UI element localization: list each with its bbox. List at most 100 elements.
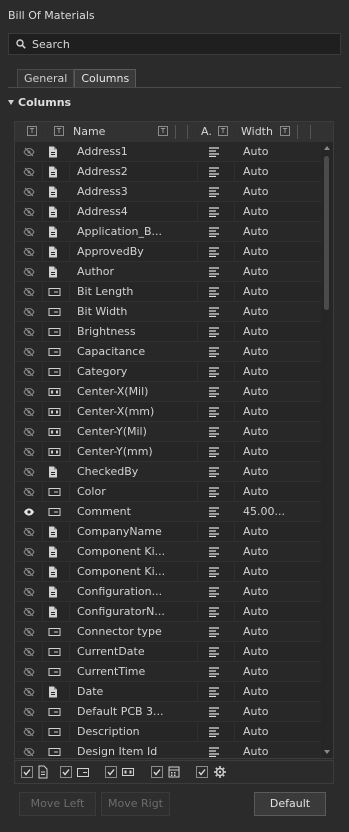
column-width[interactable]: Auto [243, 642, 313, 661]
align-left-icon[interactable] [207, 582, 223, 601]
align-left-icon[interactable] [207, 702, 223, 721]
column-width[interactable]: Auto [243, 462, 313, 481]
column-width[interactable]: Auto [243, 742, 313, 758]
table-row[interactable]: Connector type Auto [15, 622, 321, 642]
align-left-icon[interactable] [207, 142, 223, 161]
table-row[interactable]: Address3 Auto [15, 182, 321, 202]
column-width[interactable]: Auto [243, 362, 313, 381]
column-width[interactable]: Auto [243, 202, 313, 221]
header-filter-t-icon[interactable]: T [158, 126, 168, 136]
header-align[interactable]: A. [201, 122, 212, 142]
align-left-icon[interactable] [207, 302, 223, 321]
eye-off-icon[interactable] [18, 542, 38, 561]
eye-off-icon[interactable] [18, 742, 38, 758]
align-left-icon[interactable] [207, 542, 223, 561]
eye-off-icon[interactable] [18, 402, 38, 421]
header-width[interactable]: Width [241, 122, 273, 142]
align-left-icon[interactable] [207, 602, 223, 621]
eye-off-icon[interactable] [18, 262, 38, 281]
align-left-icon[interactable] [207, 722, 223, 741]
header-name[interactable]: Name [73, 122, 105, 142]
eye-off-icon[interactable] [18, 242, 38, 261]
table-row[interactable]: Author Auto [15, 262, 321, 282]
eye-icon[interactable] [18, 502, 38, 521]
table-row[interactable]: Capacitance Auto [15, 342, 321, 362]
table-row[interactable]: Color Auto [15, 482, 321, 502]
eye-off-icon[interactable] [18, 362, 38, 381]
column-width[interactable]: Auto [243, 342, 313, 361]
align-left-icon[interactable] [207, 282, 223, 301]
column-width[interactable]: Auto [243, 302, 313, 321]
eye-off-icon[interactable] [18, 722, 38, 741]
align-left-icon[interactable] [207, 162, 223, 181]
table-row[interactable]: Configuration... Auto [15, 582, 321, 602]
align-left-icon[interactable] [207, 742, 223, 758]
filter-checkbox[interactable] [105, 766, 117, 778]
move-left-button[interactable]: Move Left [19, 792, 96, 816]
table-row[interactable]: Date Auto [15, 682, 321, 702]
table-row[interactable]: Brightness Auto [15, 322, 321, 342]
eye-off-icon[interactable] [18, 702, 38, 721]
column-width[interactable]: Auto [243, 262, 313, 281]
table-row[interactable]: Application_B... Auto [15, 222, 321, 242]
table-row[interactable]: Address1 Auto [15, 142, 321, 162]
align-left-icon[interactable] [207, 242, 223, 261]
column-width[interactable]: Auto [243, 282, 313, 301]
align-left-icon[interactable] [207, 462, 223, 481]
align-left-icon[interactable] [207, 682, 223, 701]
column-width[interactable]: Auto [243, 562, 313, 581]
column-width[interactable]: Auto [243, 422, 313, 441]
filter-checkbox[interactable] [60, 766, 72, 778]
align-left-icon[interactable] [207, 182, 223, 201]
align-left-icon[interactable] [207, 562, 223, 581]
eye-off-icon[interactable] [18, 562, 38, 581]
table-row[interactable]: Bit Length Auto [15, 282, 321, 302]
column-width[interactable]: Auto [243, 322, 313, 341]
scrollbar-thumb[interactable] [324, 156, 329, 310]
eye-off-icon[interactable] [18, 442, 38, 461]
eye-off-icon[interactable] [18, 622, 38, 641]
eye-off-icon[interactable] [18, 202, 38, 221]
search-input[interactable] [32, 37, 322, 51]
eye-off-icon[interactable] [18, 522, 38, 541]
column-width[interactable]: Auto [243, 582, 313, 601]
filter-checkbox[interactable] [196, 766, 208, 778]
table-row[interactable]: Component Ki... Auto [15, 542, 321, 562]
tab-general[interactable]: General [17, 69, 75, 88]
column-width[interactable]: Auto [243, 182, 313, 201]
table-row[interactable]: CompanyName Auto [15, 522, 321, 542]
column-width[interactable]: Auto [243, 442, 313, 461]
column-width[interactable]: Auto [243, 162, 313, 181]
table-row[interactable]: Description Auto [15, 722, 321, 742]
eye-off-icon[interactable] [18, 162, 38, 181]
column-width[interactable]: Auto [243, 482, 313, 501]
default-button[interactable]: Default [254, 792, 326, 816]
eye-off-icon[interactable] [18, 582, 38, 601]
table-row[interactable]: Bit Width Auto [15, 302, 321, 322]
column-width[interactable]: Auto [243, 142, 313, 161]
eye-off-icon[interactable] [18, 282, 38, 301]
table-row[interactable]: Center-Y(mm) Auto [15, 442, 321, 462]
tab-columns[interactable]: Columns [74, 69, 137, 88]
filter-checkbox[interactable] [21, 766, 33, 778]
column-width[interactable]: Auto [243, 702, 313, 721]
column-width[interactable]: Auto [243, 402, 313, 421]
eye-off-icon[interactable] [18, 642, 38, 661]
scroll-down-icon[interactable] [324, 750, 330, 754]
eye-off-icon[interactable] [18, 422, 38, 441]
table-row[interactable]: CurrentDate Auto [15, 642, 321, 662]
align-left-icon[interactable] [207, 222, 223, 241]
align-left-icon[interactable] [207, 422, 223, 441]
column-width[interactable]: Auto [243, 242, 313, 261]
table-row[interactable]: Default PCB 3... Auto [15, 702, 321, 722]
align-left-icon[interactable] [207, 502, 223, 521]
move-right-button[interactable]: Move Rigt [101, 792, 170, 816]
scroll-up-icon[interactable] [324, 146, 330, 150]
eye-off-icon[interactable] [18, 302, 38, 321]
column-width[interactable]: Auto [243, 622, 313, 641]
eye-off-icon[interactable] [18, 142, 38, 161]
column-width[interactable]: Auto [243, 662, 313, 681]
column-width[interactable]: 45.00... [243, 502, 313, 521]
eye-off-icon[interactable] [18, 462, 38, 481]
column-width[interactable]: Auto [243, 542, 313, 561]
